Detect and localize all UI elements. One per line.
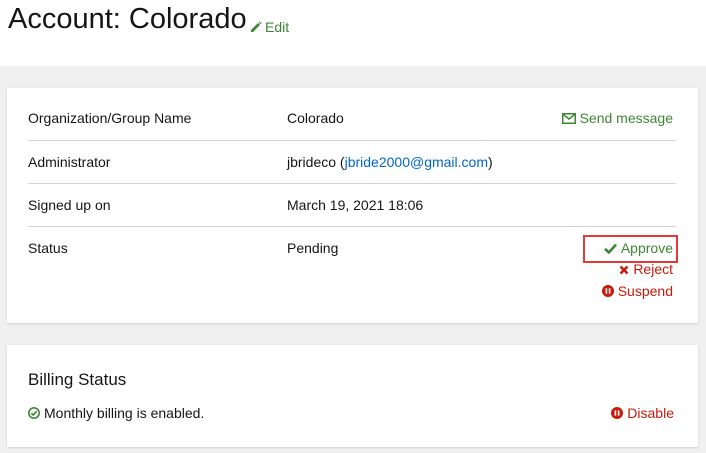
disable-billing-link[interactable]: Disable (611, 405, 674, 421)
details-row-status: Status Pending Approve Reject Suspend (28, 227, 678, 317)
administrator-suffix: ) (487, 154, 493, 170)
suspend-link[interactable]: Suspend (601, 283, 673, 299)
times-icon (619, 265, 629, 275)
edit-account-link[interactable]: Edit (250, 19, 289, 35)
administrator-email-link[interactable]: jbride2000@gmail.com (345, 154, 488, 170)
billing-status-card: Billing Status Monthly billing is enable… (7, 345, 698, 447)
page-title: Account: Colorado (8, 3, 247, 35)
signed-up-value: March 19, 2021 18:06 (287, 197, 424, 213)
organization-label: Organization/Group Name (28, 110, 192, 126)
administrator-value: jbrideco (jbride2000@gmail.com) (287, 154, 493, 170)
administrator-name: jbrideco ( (287, 154, 345, 170)
send-message-label: Send message (579, 110, 673, 126)
reject-label: Reject (633, 261, 673, 277)
page-header: Account: Colorado Edit (0, 0, 706, 66)
check-circle-icon (28, 407, 40, 419)
send-message-link[interactable]: Send message (561, 110, 673, 126)
status-value: Pending (287, 240, 339, 256)
envelope-icon (561, 113, 576, 124)
billing-status-text: Monthly billing is enabled. (28, 405, 204, 421)
reject-link[interactable]: Reject (619, 261, 673, 277)
status-label: Status (28, 240, 68, 256)
pencil-icon (251, 21, 262, 32)
billing-status-label: Monthly billing is enabled. (44, 405, 205, 421)
details-row-organization: Organization/Group Name Colorado Send me… (28, 96, 676, 141)
signed-up-label: Signed up on (28, 197, 111, 213)
organization-value: Colorado (287, 110, 344, 126)
disable-label: Disable (627, 405, 674, 421)
details-row-signed-up: Signed up on March 19, 2021 18:06 (28, 184, 676, 227)
details-row-administrator: Administrator jbrideco (jbride2000@gmail… (28, 141, 676, 184)
approve-highlight-box (583, 235, 678, 263)
administrator-label: Administrator (28, 154, 111, 170)
approve-link[interactable]: Approve (583, 235, 678, 263)
edit-label: Edit (265, 19, 290, 35)
billing-title: Billing Status (28, 370, 127, 389)
account-details-card: Organization/Group Name Colorado Send me… (7, 88, 698, 323)
pause-circle-icon (601, 285, 614, 297)
pause-circle-icon (611, 407, 624, 419)
suspend-label: Suspend (617, 283, 673, 299)
